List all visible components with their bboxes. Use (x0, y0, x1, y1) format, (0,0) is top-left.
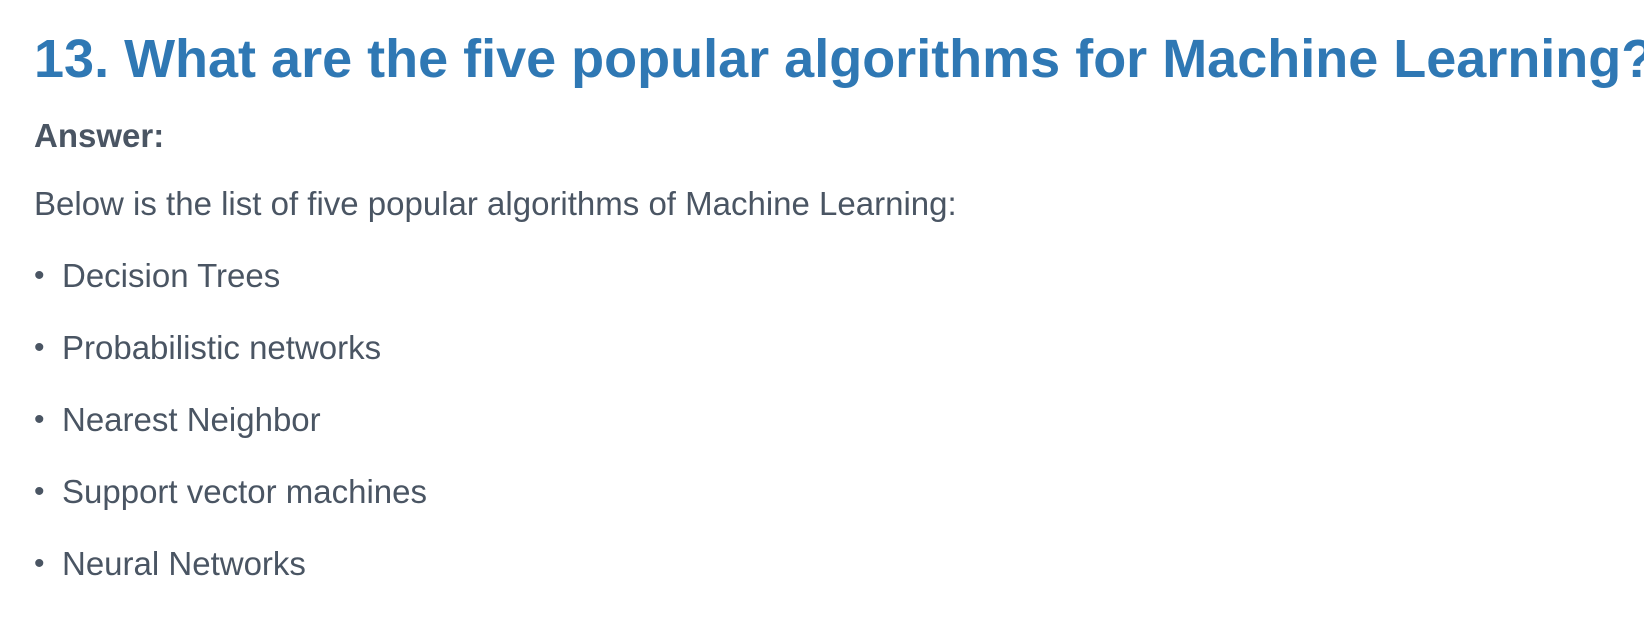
list-item-text: Nearest Neighbor (62, 401, 321, 438)
list-item: • Nearest Neighbor (34, 370, 1610, 442)
bullet-icon: • (34, 403, 45, 436)
answer-intro: Below is the list of five popular algori… (34, 185, 957, 222)
list-item-text: Neural Networks (62, 545, 306, 582)
question-title: 13. What are the five popular algorithms… (34, 29, 1644, 89)
answer-label: Answer: (34, 117, 165, 154)
list-item: • Decision Trees (34, 226, 1610, 298)
algorithm-list: • Decision Trees • Probabilistic network… (34, 226, 1610, 586)
qa-section: 13. What are the five popular algorithms… (0, 0, 1644, 636)
list-item-text: Probabilistic networks (62, 329, 382, 366)
bullet-icon: • (34, 331, 45, 364)
list-item-text: Decision Trees (62, 257, 281, 294)
list-item: • Probabilistic networks (34, 298, 1610, 370)
list-item-text: Support vector machines (62, 473, 428, 510)
bullet-icon: • (34, 547, 45, 580)
bullet-icon: • (34, 259, 45, 292)
list-item: • Neural Networks (34, 514, 1610, 586)
list-item: • Support vector machines (34, 442, 1610, 514)
bullet-icon: • (34, 475, 45, 508)
